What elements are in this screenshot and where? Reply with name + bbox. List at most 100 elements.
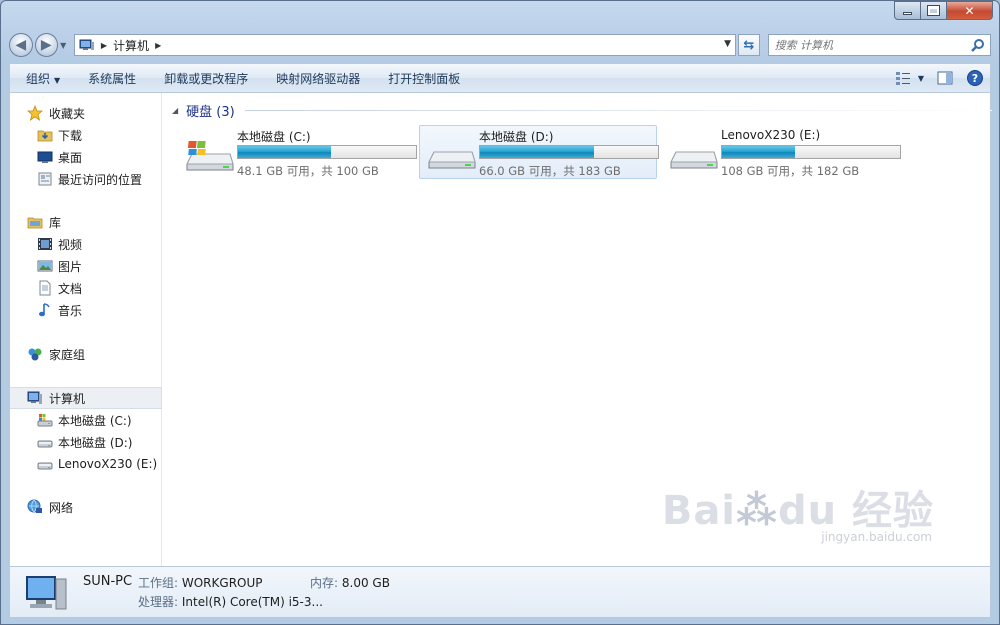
nav-network: 网络 [10, 496, 162, 518]
memory-label: 内存: [310, 576, 339, 590]
sidebar-item-label: 音乐 [58, 303, 83, 318]
music-icon [39, 303, 50, 317]
sidebar-item-drive-e[interactable]: LenovoX230 (E:) [10, 453, 162, 475]
preview-pane-icon[interactable] [936, 69, 954, 87]
refresh-icon: ⇆ [743, 37, 755, 53]
memory-row: 内存: 8.00 GB [310, 574, 390, 591]
sidebar-item-downloads[interactable]: 下载 [10, 124, 162, 146]
sidebar-item-drive-d[interactable]: 本地磁盘 (D:) [10, 431, 162, 453]
sidebar-item-label: 视频 [58, 237, 83, 252]
star-icon [27, 105, 43, 121]
system-properties-button[interactable]: 系统属性 [74, 70, 150, 87]
recent-places-icon [38, 172, 52, 186]
homegroup-icon [28, 348, 42, 361]
forward-button[interactable]: ▶ [34, 33, 59, 57]
refresh-button[interactable]: ⇆ [737, 34, 760, 56]
watermark-logo: Bai⁂du 经验 [661, 488, 934, 534]
search-box[interactable] [767, 34, 991, 56]
drive-usage-fill [238, 146, 331, 158]
computer-icon [27, 391, 42, 404]
sidebar-item-desktop[interactable]: 桌面 [10, 146, 162, 168]
back-arrow-icon: ◀ [15, 37, 27, 53]
organize-menu[interactable]: 组织 ▼ [10, 70, 74, 87]
sidebar-item-network[interactable]: 网络 [10, 496, 162, 518]
sidebar-item-label: 库 [49, 215, 62, 230]
drive-usage-fill [722, 146, 795, 158]
computer-icon [79, 39, 94, 50]
processor-label: 处理器: [138, 595, 179, 609]
help-icon[interactable]: ? [966, 69, 984, 87]
sidebar-item-recent-places[interactable]: 最近访问的位置 [10, 168, 162, 190]
back-button[interactable]: ◀ [9, 33, 33, 57]
drive-tile-e[interactable]: LenovoX230 (E:) 108 GB 可用，共 182 GB [661, 125, 901, 179]
desktop-icon [37, 151, 53, 163]
libraries-icon [27, 217, 43, 229]
breadcrumb-chevron-icon[interactable]: ▶ [101, 41, 107, 50]
control-panel-button[interactable]: 打开控制面板 [374, 70, 474, 87]
drive-usage-fill [480, 146, 594, 158]
drive-icon [428, 151, 476, 169]
address-dropdown-icon[interactable]: ▼ [724, 39, 731, 49]
drive-usage-bar [721, 145, 901, 159]
address-row: ◀ ▶ ▼ ▶ 计算机 ▶ ▼ ⇆ [9, 31, 991, 59]
sidebar-item-label: 网络 [49, 500, 74, 515]
close-button[interactable]: ✕ [947, 1, 993, 20]
sidebar-item-libraries[interactable]: 库 [10, 211, 162, 233]
drive-tile-c[interactable]: 本地磁盘 (C:) 48.1 GB 可用，共 100 GB [177, 125, 417, 179]
change-view-icon[interactable] [894, 69, 912, 87]
workgroup-label: 工作组: [138, 576, 179, 590]
content-pane: ◢ 硬盘 (3) 本地磁盘 (C:) 48.1 GB 可用，共 100 GB 本… [162, 93, 992, 566]
workgroup-value: WORKGROUP [181, 576, 263, 590]
watermark-url: jingyan.baidu.com [821, 530, 932, 544]
sidebar-item-label: 本地磁盘 (C:) [58, 413, 132, 428]
minimize-button[interactable] [894, 1, 921, 20]
nav-favorites: 收藏夹 下载 桌面 最近访问的位置 [10, 102, 162, 190]
drive-name: 本地磁盘 (D:) [479, 130, 554, 144]
sidebar-item-music[interactable]: 音乐 [10, 299, 162, 321]
maximize-icon [927, 5, 940, 16]
explorer-window: ✕ ◀ ▶ ▼ ▶ 计算机 ▶ ▼ ⇆ 组织 [0, 0, 1000, 625]
nav-computer: 计算机 本地磁盘 (C:) 本地磁盘 (D:) LenovoX230 (E:) [10, 387, 162, 475]
drive-space-info: 108 GB 可用，共 182 GB [721, 164, 860, 178]
sidebar-item-label: 图片 [58, 259, 83, 274]
maximize-button[interactable] [921, 1, 947, 20]
view-controls: ▼ ? [888, 69, 990, 87]
sidebar-item-documents[interactable]: 文档 [10, 277, 162, 299]
collapse-triangle-icon[interactable]: ◢ [172, 106, 178, 115]
breadcrumb-chevron-icon[interactable]: ▶ [155, 41, 161, 50]
downloads-folder-icon [37, 130, 53, 142]
address-bar[interactable]: ▶ 计算机 ▶ ▼ [73, 34, 736, 56]
svg-text:?: ? [972, 72, 978, 85]
sidebar-item-homegroup[interactable]: 家庭组 [10, 343, 162, 365]
search-icon[interactable] [971, 38, 985, 52]
sidebar-item-drive-c[interactable]: 本地磁盘 (C:) [10, 409, 162, 431]
drive-tile-d[interactable]: 本地磁盘 (D:) 66.0 GB 可用，共 183 GB [419, 125, 659, 179]
sidebar-item-pictures[interactable]: 图片 [10, 255, 162, 277]
sidebar-item-videos[interactable]: 视频 [10, 233, 162, 255]
sidebar-item-label: 文档 [58, 281, 83, 296]
view-dropdown-icon[interactable]: ▼ [918, 74, 924, 83]
minimize-icon [903, 12, 912, 15]
pane-area: 收藏夹 下载 桌面 最近访问的位置 库 视频 图片 文档 音乐 家庭组 计算机 … [9, 93, 992, 566]
sidebar-item-computer[interactable]: 计算机 [10, 387, 162, 409]
workgroup-row: 工作组: WORKGROUP [138, 574, 263, 591]
group-title: 硬盘 (3) [186, 105, 235, 120]
drive-icon [37, 440, 53, 448]
details-pane: SUN-PC 工作组: WORKGROUP 内存: 8.00 GB 处理器: I… [9, 566, 991, 618]
sidebar-item-label: 下载 [58, 128, 83, 143]
uninstall-button[interactable]: 卸载或更改程序 [150, 70, 262, 87]
breadcrumb-computer[interactable]: 计算机 [113, 37, 149, 54]
chevron-down-icon: ▼ [54, 75, 61, 85]
sidebar-item-label: LenovoX230 (E:) [58, 457, 158, 471]
sidebar-item-label: 家庭组 [49, 347, 86, 362]
group-header-hard-drives[interactable]: ◢ 硬盘 (3) [172, 101, 992, 120]
search-input[interactable] [774, 38, 965, 52]
navigation-pane: 收藏夹 下载 桌面 最近访问的位置 库 视频 图片 文档 音乐 家庭组 计算机 … [10, 93, 162, 566]
drive-name: 本地磁盘 (C:) [237, 130, 311, 144]
processor-row: 处理器: Intel(R) Core(TM) i5-3... [138, 593, 323, 610]
sidebar-item-favorites[interactable]: 收藏夹 [10, 102, 162, 124]
command-bar: 组织 ▼ 系统属性 卸载或更改程序 映射网络驱动器 打开控制面板 ▼ ? [9, 63, 991, 93]
map-drive-button[interactable]: 映射网络驱动器 [262, 70, 374, 87]
sidebar-item-label: 桌面 [58, 150, 83, 165]
recent-pages-dropdown[interactable]: ▼ [60, 41, 70, 50]
